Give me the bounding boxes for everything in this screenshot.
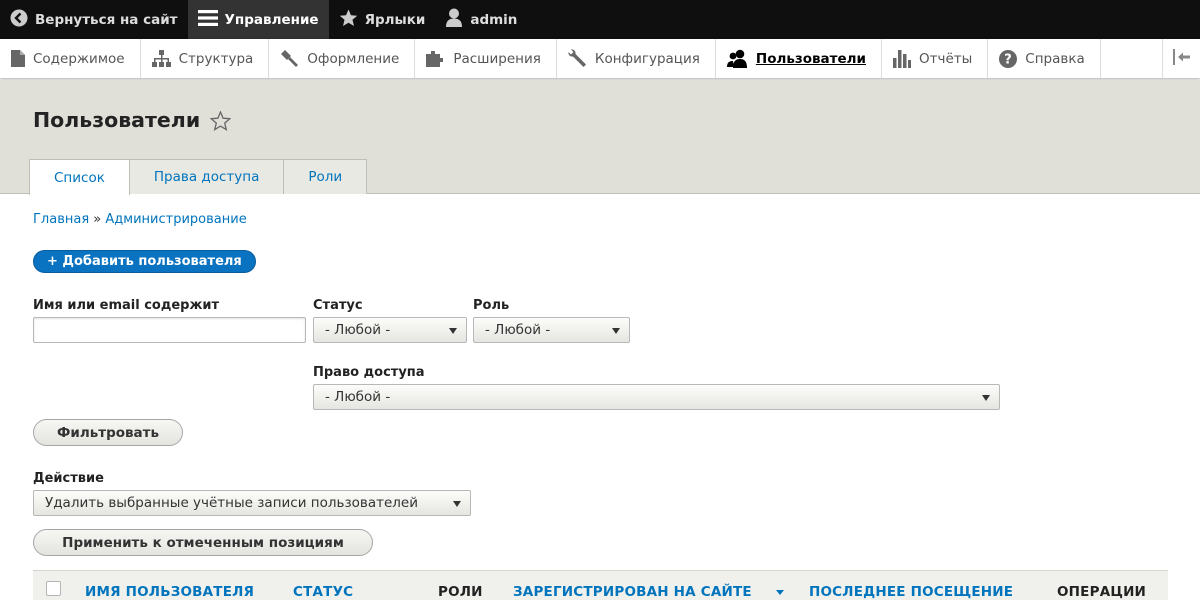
- breadcrumb-admin-link[interactable]: Администрирование: [105, 212, 246, 227]
- page-title: Пользователи: [33, 108, 201, 132]
- tab-roles[interactable]: Роли: [284, 159, 368, 194]
- admin-tray: Содержимое Структура Оформление Расширен…: [0, 39, 1200, 79]
- tray-item-structure[interactable]: Структура: [141, 39, 270, 78]
- dropdown-caret-icon: [612, 328, 620, 334]
- apply-to-selected-button[interactable]: Применить к отмеченным позициям: [33, 529, 373, 556]
- add-to-shortcuts-star-icon[interactable]: [209, 110, 232, 135]
- column-header-last-access[interactable]: ПОСЛЕДНЕЕ ПОСЕЩЕНИЕ: [809, 584, 1013, 600]
- back-to-site-label: Вернуться на сайт: [35, 11, 178, 28]
- tray-label-appearance: Оформление: [307, 50, 400, 67]
- users-table-header: ИМЯ ПОЛЬЗОВАТЕЛЯ СТАТУС РОЛИ ЗАРЕГИСТРИР…: [33, 570, 1168, 600]
- bar-chart-icon: [893, 49, 911, 68]
- action-label: Действие: [33, 471, 104, 486]
- tray-item-extend[interactable]: Расширения: [415, 39, 557, 78]
- page-header: Пользователи Список Права доступа Роли: [0, 80, 1200, 195]
- collapse-left-icon: [1172, 48, 1191, 69]
- breadcrumb: Главная » Администрирование: [33, 212, 247, 227]
- dropdown-caret-icon: [449, 328, 457, 334]
- name-filter-input[interactable]: [33, 317, 306, 343]
- user-menu-button[interactable]: admin: [435, 0, 527, 39]
- back-to-site-link[interactable]: Вернуться на сайт: [0, 0, 188, 39]
- status-filter-select[interactable]: - Любой -: [313, 317, 467, 343]
- tray-item-people[interactable]: Пользователи: [716, 39, 882, 78]
- tray-label-people: Пользователи: [755, 50, 866, 67]
- admin-toolbar: Вернуться на сайт Управление Ярлыки admi…: [0, 0, 1200, 39]
- dropdown-caret-icon: [982, 395, 990, 401]
- paintbrush-icon: [280, 49, 299, 68]
- select-all-checkbox[interactable]: [46, 581, 61, 596]
- tray-label-help: Справка: [1025, 50, 1085, 67]
- help-icon: ?: [999, 49, 1018, 68]
- breadcrumb-separator: »: [93, 212, 102, 227]
- tray-item-help[interactable]: ? Справка: [988, 39, 1101, 78]
- star-filled-icon: [339, 8, 358, 31]
- user-icon: [445, 8, 463, 31]
- status-filter-label: Статус: [313, 298, 363, 313]
- column-header-status[interactable]: СТАТУС: [293, 584, 353, 600]
- column-header-username[interactable]: ИМЯ ПОЛЬЗОВАТЕЛЯ: [85, 584, 254, 600]
- action-select[interactable]: Удалить выбранные учётные записи пользов…: [33, 490, 471, 516]
- tray-label-reports: Отчёты: [919, 50, 973, 67]
- primary-tabs: Список Права доступа Роли: [29, 159, 368, 195]
- shortcuts-menu-button[interactable]: Ярлыки: [329, 0, 436, 39]
- status-filter-value: - Любой -: [325, 322, 391, 338]
- permission-filter-label: Право доступа: [313, 365, 425, 380]
- dropdown-caret-icon: [453, 501, 461, 507]
- people-icon: [726, 49, 748, 68]
- sitemap-icon: [151, 50, 171, 67]
- tray-item-config[interactable]: Конфигурация: [557, 39, 716, 78]
- column-header-roles: РОЛИ: [438, 584, 483, 600]
- column-header-registered[interactable]: ЗАРЕГИСТРИРОВАН НА САЙТЕ: [513, 584, 752, 600]
- tab-list[interactable]: Список: [29, 159, 130, 195]
- tray-label-extend: Расширения: [453, 50, 541, 67]
- tray-item-content[interactable]: Содержимое: [0, 39, 141, 78]
- breadcrumb-home-link[interactable]: Главная: [33, 212, 89, 227]
- tray-label-content: Содержимое: [33, 50, 125, 67]
- svg-text:?: ?: [1005, 52, 1013, 67]
- chevron-left-circle-icon: [10, 9, 28, 31]
- role-filter-label: Роль: [473, 298, 510, 313]
- user-label: admin: [470, 11, 518, 28]
- permission-filter-select[interactable]: - Любой -: [313, 384, 1000, 410]
- wrench-icon: [568, 49, 587, 68]
- action-select-value: Удалить выбранные учётные записи пользов…: [45, 495, 419, 511]
- tray-item-reports[interactable]: Отчёты: [882, 39, 989, 78]
- puzzle-icon: [426, 50, 445, 67]
- shortcuts-label: Ярлыки: [364, 11, 426, 28]
- tray-item-appearance[interactable]: Оформление: [269, 39, 416, 78]
- tray-orientation-toggle[interactable]: [1162, 39, 1200, 78]
- sort-descending-icon: [776, 590, 784, 595]
- tray-label-config: Конфигурация: [594, 50, 700, 67]
- permission-filter-value: - Любой -: [325, 389, 391, 405]
- column-header-operations: ОПЕРАЦИИ: [1057, 584, 1147, 600]
- role-filter-select[interactable]: - Любой -: [473, 317, 630, 343]
- manage-menu-button[interactable]: Управление: [187, 0, 329, 39]
- name-filter-label: Имя или email содержит: [33, 298, 220, 313]
- role-filter-value: - Любой -: [485, 322, 551, 338]
- file-icon: [11, 50, 25, 67]
- add-user-button[interactable]: + Добавить пользователя: [33, 250, 256, 273]
- filter-button[interactable]: Фильтровать: [33, 419, 183, 446]
- tray-label-structure: Структура: [178, 50, 254, 67]
- manage-label: Управление: [224, 11, 319, 28]
- tab-permissions[interactable]: Права доступа: [129, 159, 285, 194]
- hamburger-icon: [197, 9, 218, 31]
